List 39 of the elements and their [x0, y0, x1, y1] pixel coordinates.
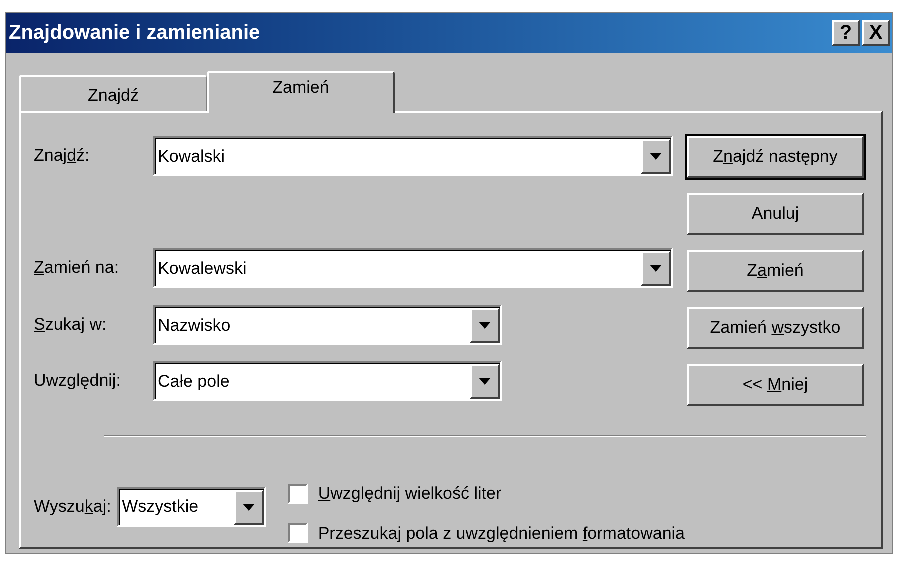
dialog-button[interactable]: Zamień: [687, 250, 864, 292]
caret-down-icon: [479, 322, 491, 329]
tab[interactable]: Zamień: [207, 71, 395, 113]
dialog-button[interactable]: Anuluj: [687, 193, 864, 235]
window-title: Znajdowanie i zamienianie: [9, 21, 262, 46]
dialog-button[interactable]: Znajdź następny: [687, 136, 864, 178]
caret-down-icon: [243, 504, 256, 510]
tab[interactable]: Znajdź: [19, 75, 207, 111]
combo-box[interactable]: Kowalski: [153, 136, 673, 176]
field-label: Uwzględnij:: [34, 370, 122, 392]
field-value: Całe pole: [158, 370, 230, 393]
caret-down-icon: [479, 378, 491, 385]
dropdown-arrow-button[interactable]: [641, 251, 671, 286]
field-value: Kowalski: [158, 146, 226, 168]
field-label: Zamień na:: [34, 257, 120, 280]
field-value: Kowalewski: [158, 258, 247, 280]
help-button[interactable]: ?: [832, 20, 860, 46]
checkbox[interactable]: [288, 484, 308, 504]
field-label: Wyszukaj:: [34, 496, 112, 518]
caret-down-icon: [650, 153, 662, 160]
dropdown-arrow-button[interactable]: [641, 139, 671, 174]
dropdown-arrow-button[interactable]: [470, 308, 500, 343]
caret-down-icon: [650, 265, 662, 272]
dialog-button[interactable]: Zamień wszystko: [687, 307, 864, 349]
close-button[interactable]: X: [862, 20, 890, 46]
checkbox[interactable]: [288, 523, 308, 544]
field-value: Nazwisko: [158, 314, 231, 337]
dropdown-arrow-button[interactable]: [470, 364, 500, 399]
combo-box[interactable]: Całe pole: [153, 361, 502, 401]
checkbox-label: Uwzględnij wielkość liter: [318, 483, 502, 505]
field-value: Wszystkie: [122, 496, 199, 518]
field-label: Znajdź:: [34, 145, 91, 168]
field-label: Szukaj w:: [34, 314, 108, 336]
dropdown-arrow-button[interactable]: [234, 490, 264, 524]
dialog-button[interactable]: << Mniej: [687, 364, 864, 406]
combo-box[interactable]: Nazwisko: [153, 305, 502, 345]
combo-box[interactable]: Wszystkie: [117, 486, 266, 526]
checkbox-label: Przeszukaj pola z uwzględnieniem formatowania: [318, 522, 685, 544]
combo-box[interactable]: Kowalewski: [153, 248, 673, 288]
